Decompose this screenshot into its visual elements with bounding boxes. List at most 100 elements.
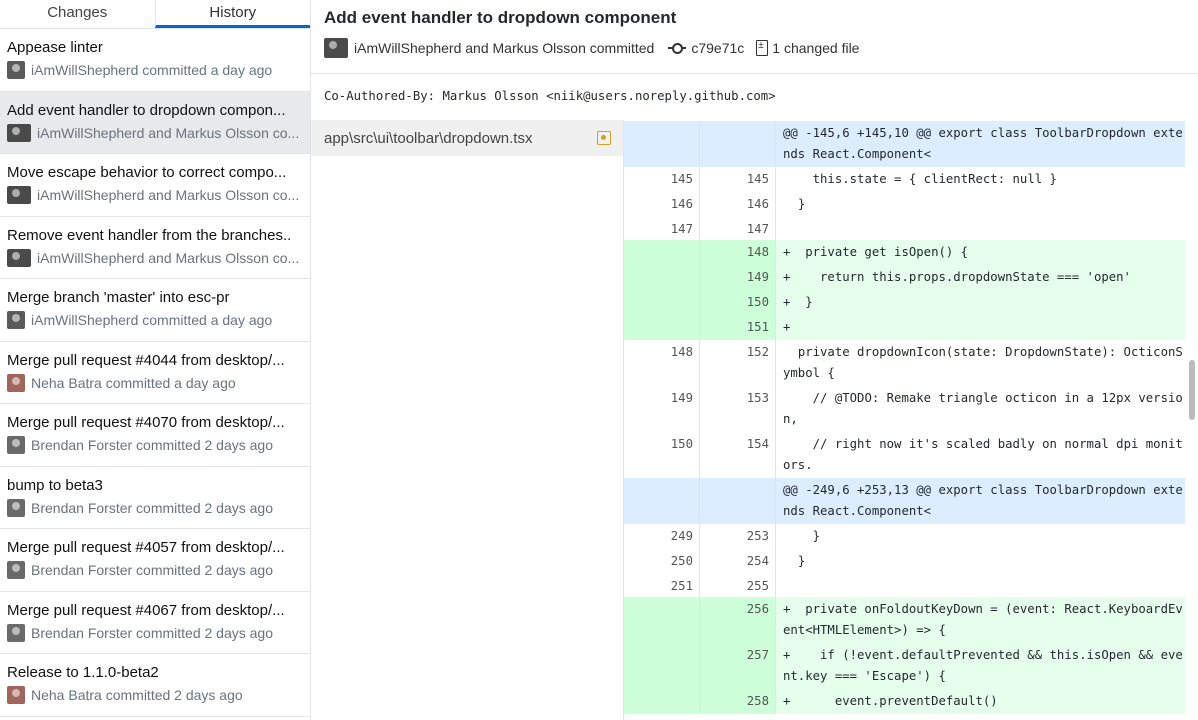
diff-hunk-header[interactable]: @@ -145,6 +145,10 @@ export class Toolba… xyxy=(624,121,1185,167)
tab-bar: Changes History xyxy=(0,0,310,29)
diff-line-added[interactable]: 149 + return this.props.dropdownState ===… xyxy=(624,265,1185,290)
new-line-number: 255 xyxy=(700,574,776,597)
diff-line-added[interactable]: 258 + event.preventDefault() xyxy=(624,689,1185,714)
commit-author-line: Brendan Forster committed 2 days ago xyxy=(7,436,303,454)
commit-author-line: iAmWillShepherd and Markus Olsson co... xyxy=(7,248,303,267)
history-sidebar: Changes History Appease linter iAmWillShe… xyxy=(0,0,311,720)
file-item[interactable]: app\src\ui\toolbar\dropdown.tsx xyxy=(311,120,623,156)
new-line-number: 150 xyxy=(700,290,776,315)
diff-line-added[interactable]: 151 + xyxy=(624,315,1185,340)
old-line-number: 249 xyxy=(624,524,700,549)
diff-line-context[interactable]: 146 146 } xyxy=(624,192,1185,217)
diff-line-context[interactable]: 250 254 } xyxy=(624,549,1185,574)
diff-code: + private get isOpen() { xyxy=(776,240,1185,265)
commit-author-line: iAmWillShepherd committed a day ago xyxy=(7,61,303,79)
changed-files-count: 1 changed file xyxy=(772,40,860,56)
diff-line-context[interactable]: 149 153 // @TODO: Remake triangle octicon… xyxy=(624,386,1185,432)
commit-header: Add event handler to dropdown component … xyxy=(311,0,1198,74)
old-line-number: 145 xyxy=(624,167,700,192)
old-line-number: 149 xyxy=(624,386,700,432)
diff-line-context[interactable]: 145 145 this.state = { clientRect: null } xyxy=(624,167,1185,192)
diff-line-context[interactable]: 150 154 // right now it's scaled badly on… xyxy=(624,432,1185,478)
commit-author: iAmWillShepherd committed a day ago xyxy=(31,62,273,78)
commit-author: iAmWillShepherd committed a day ago xyxy=(31,312,273,328)
new-line-number: 257 xyxy=(700,643,776,689)
file-modified-icon xyxy=(597,131,611,145)
tab-changes[interactable]: Changes xyxy=(0,0,155,28)
diff-line-added[interactable]: 257 + if (!event.defaultPrevented && this… xyxy=(624,643,1185,689)
commit-list-item[interactable]: bump to beta3 Brendan Forster committed 2… xyxy=(0,467,310,529)
commit-description: Co-Authored-By: Markus Olsson <niik@user… xyxy=(324,89,776,103)
commit-list-item[interactable]: Merge pull request #4070 from desktop/..… xyxy=(0,404,310,467)
new-line-number: 152 xyxy=(700,340,776,386)
diff-line-added[interactable]: 148 + private get isOpen() { xyxy=(624,240,1185,265)
commit-sha[interactable]: c79e71c xyxy=(691,40,744,56)
commit-author: Brendan Forster committed 2 days ago xyxy=(31,499,274,516)
commit-author-line: Neha Batra committed a day ago xyxy=(7,373,303,392)
commit-summary: Merge pull request #4044 from desktop/..… xyxy=(7,351,285,369)
old-line-number: 148 xyxy=(624,340,700,386)
diff-code: private dropdownIcon(state: DropdownStat… xyxy=(783,345,1183,380)
diff-hunk-header[interactable]: @@ -249,6 +253,13 @@ export class Toolba… xyxy=(624,478,1185,524)
commit-list-item[interactable]: Remove event handler from the branches..… xyxy=(0,217,310,279)
commit-author: Brendan Forster committed 2 days ago xyxy=(31,437,274,453)
diff-line-context[interactable]: 251 255 xyxy=(624,574,1185,597)
commit-title: Add event handler to dropdown component xyxy=(324,8,677,27)
old-line-number xyxy=(624,121,700,167)
diff-code: // right now it's scaled badly on normal… xyxy=(783,437,1183,472)
old-line-number: 250 xyxy=(624,549,700,574)
diff-code: // @TODO: Remake triangle octicon in a 1… xyxy=(783,391,1183,426)
commit-list-item[interactable]: Release to 1.1.0-beta2 Neha Batra committ… xyxy=(0,654,310,717)
commit-summary: bump to beta3 xyxy=(7,476,103,494)
commit-list-item[interactable]: Merge pull request #4044 from desktop/..… xyxy=(0,342,310,404)
diff-line-added[interactable]: 150 + } xyxy=(624,290,1185,315)
commit-summary: Remove event handler from the branches.. xyxy=(7,226,292,244)
tab-history[interactable]: History xyxy=(154,0,310,28)
avatar xyxy=(7,61,25,79)
new-line-number xyxy=(700,121,776,167)
diff-code: @@ -145,6 +145,10 @@ export class Toolba… xyxy=(783,126,1183,161)
commit-author-line: iAmWillShepherd committed a day ago xyxy=(7,311,303,329)
commit-author-line: Brendan Forster committed 2 days ago xyxy=(7,498,303,517)
diff-line-context[interactable]: 249 253 } xyxy=(624,524,1185,549)
avatar xyxy=(7,248,31,267)
old-line-number xyxy=(624,478,700,524)
avatar xyxy=(7,123,31,142)
commit-authors: iAmWillShepherd and Markus Olsson commit… xyxy=(354,40,655,56)
diff-code xyxy=(776,574,1185,597)
git-commit-icon xyxy=(668,41,687,55)
commit-list-item[interactable]: Move escape behavior to correct compo...… xyxy=(0,154,310,217)
diff-scrollbar[interactable] xyxy=(1189,360,1195,420)
new-line-number: 146 xyxy=(700,192,776,217)
diff-line-context[interactable]: 148 152 private dropdownIcon(state: Dropd… xyxy=(624,340,1185,386)
diff-view: @@ -145,6 +145,10 @@ export class Toolba… xyxy=(624,121,1185,720)
commit-author: Brendan Forster committed 2 days ago xyxy=(31,624,274,641)
commit-author: Neha Batra committed a day ago xyxy=(31,374,236,391)
new-line-number: 145 xyxy=(700,167,776,192)
changed-files-list: app\src\ui\toolbar\dropdown.tsx xyxy=(311,120,624,720)
commit-summary: Merge pull request #4070 from desktop/..… xyxy=(7,414,285,431)
new-line-number: 253 xyxy=(700,524,776,549)
commit-author: iAmWillShepherd and Markus Olsson co... xyxy=(37,124,300,141)
avatar xyxy=(7,623,25,642)
old-line-number: 147 xyxy=(624,217,700,240)
old-line-number xyxy=(624,689,700,714)
commit-summary: Add event handler to dropdown compon... xyxy=(7,101,286,119)
diff-code: } xyxy=(783,529,821,543)
diff-line-added[interactable]: 256 + private onFoldoutKeyDown = (event: … xyxy=(624,597,1185,643)
commit-summary: Merge pull request #4067 from desktop/..… xyxy=(7,601,285,619)
commit-list-item[interactable]: Appease linter iAmWillShepherd committed … xyxy=(0,29,310,92)
commit-list-item[interactable]: Merge pull request #4067 from desktop/..… xyxy=(0,592,310,654)
commit-list-item[interactable]: Add event handler to dropdown compon... i… xyxy=(0,91,310,154)
commit-list-item[interactable]: Merge branch 'master' into esc-pr iAmWill… xyxy=(0,279,310,342)
new-line-number: 148 xyxy=(700,240,776,265)
new-line-number: 258 xyxy=(700,689,776,714)
diff-code: + event.preventDefault() xyxy=(776,689,1185,714)
avatar xyxy=(7,561,25,579)
new-line-number: 153 xyxy=(700,386,776,432)
commit-list-item[interactable]: Merge pull request #4057 from desktop/..… xyxy=(0,529,310,592)
diff-line-context[interactable]: 147 147 xyxy=(624,217,1185,240)
old-line-number xyxy=(624,265,700,290)
diff-code: + if (!event.defaultPrevented && this.is… xyxy=(776,643,1185,689)
commit-list: Appease linter iAmWillShepherd committed … xyxy=(0,29,310,717)
